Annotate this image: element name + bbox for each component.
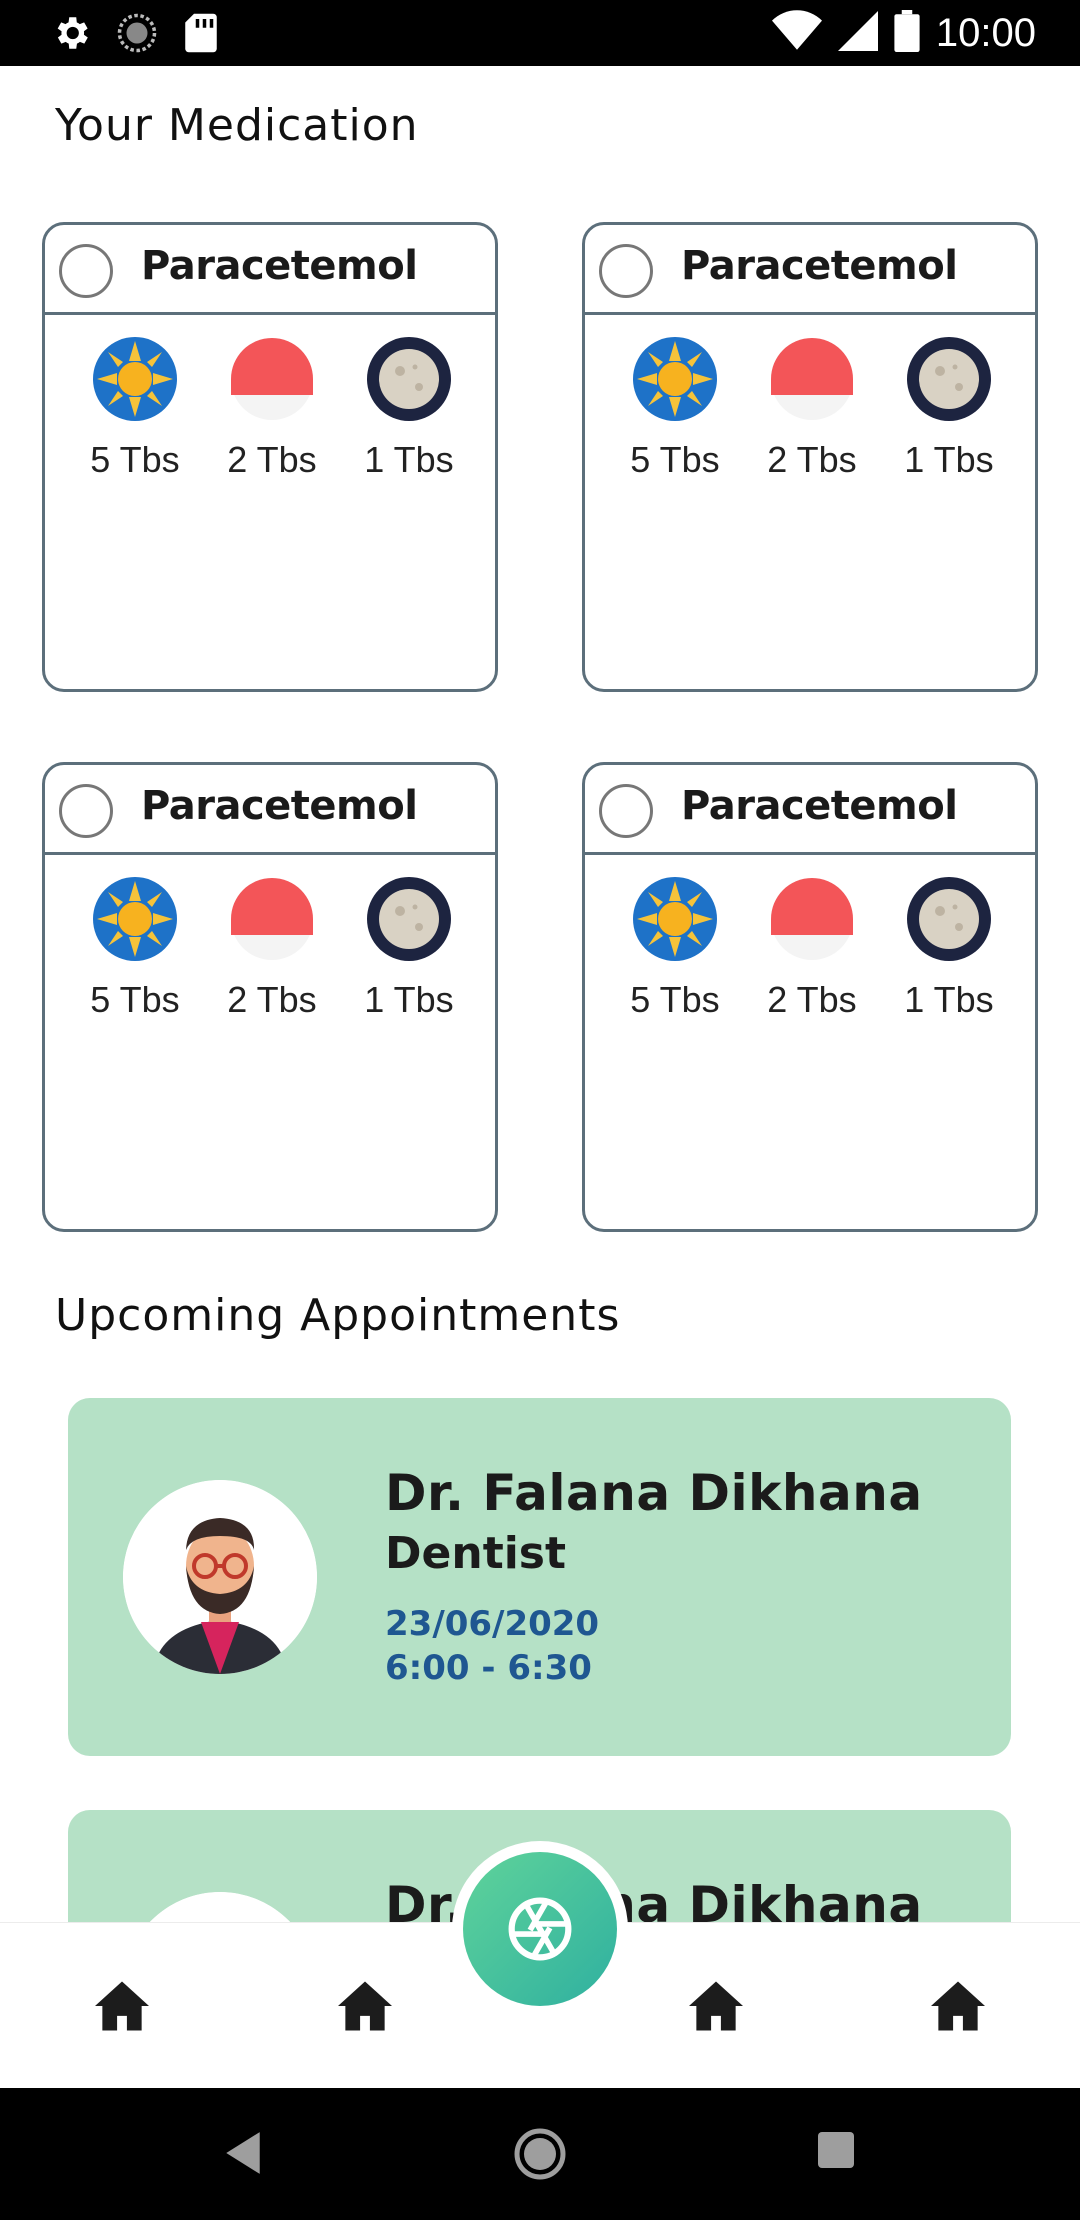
appointments-section-title: Upcoming Appointments <box>55 1290 621 1341</box>
camera-shutter-icon <box>508 1897 572 1961</box>
medication-card-header: Paracetemol <box>585 765 1035 855</box>
recents-icon[interactable] <box>818 2132 854 2173</box>
main-content[interactable]: Your Medication Paracetemol 5 Tbs 2 Tbs … <box>0 66 1080 1922</box>
medication-name: Paracetemol <box>141 243 418 289</box>
medication-card-header: Paracetemol <box>585 225 1035 315</box>
dose-label: 2 Tbs <box>227 979 317 1020</box>
dose-label: 2 Tbs <box>767 979 857 1020</box>
back-icon[interactable] <box>222 2130 264 2181</box>
sunset-icon <box>771 878 853 960</box>
medication-card[interactable]: Paracetemol 5 Tbs 2 Tbs 1 Tbs <box>582 222 1038 692</box>
sync-icon <box>116 12 158 59</box>
appointment-time: 6:00 - 6:30 <box>385 1648 592 1688</box>
dose-night: 1 Tbs <box>344 337 474 481</box>
cell-signal-icon <box>837 10 878 57</box>
medication-card[interactable]: Paracetemol 5 Tbs 2 Tbs 1 Tbs <box>582 762 1038 1232</box>
medication-card[interactable]: Paracetemol 5 Tbs 2 Tbs 1 Tbs <box>42 762 498 1232</box>
medication-radio[interactable] <box>59 244 113 298</box>
medication-radio[interactable] <box>599 784 653 838</box>
medication-card-header: Paracetemol <box>45 225 495 315</box>
sunset-icon <box>231 878 313 960</box>
dose-morning: 5 Tbs <box>70 337 200 481</box>
home-icon[interactable] <box>686 1979 746 2033</box>
dose-afternoon: 2 Tbs <box>747 337 877 481</box>
appointment-date: 23/06/2020 <box>385 1604 600 1644</box>
medication-radio[interactable] <box>599 244 653 298</box>
sun-icon <box>93 337 177 421</box>
dose-label: 5 Tbs <box>630 979 720 1020</box>
doctor-avatar <box>123 1892 317 1922</box>
doctor-name: Dr. Falana Dikhana <box>385 1464 923 1522</box>
moon-icon <box>907 877 991 961</box>
system-navigation-bar <box>0 2088 1080 2220</box>
sunset-icon <box>231 338 313 420</box>
dose-night: 1 Tbs <box>884 877 1014 1021</box>
medication-name: Paracetemol <box>681 243 958 289</box>
medication-radio[interactable] <box>59 784 113 838</box>
sun-icon <box>633 877 717 961</box>
dose-morning: 5 Tbs <box>610 877 740 1021</box>
dose-night: 1 Tbs <box>344 877 474 1021</box>
wifi-icon <box>771 10 822 57</box>
dose-label: 5 Tbs <box>90 439 180 480</box>
dose-afternoon: 2 Tbs <box>207 877 337 1021</box>
doctor-specialty: Dentist <box>385 1528 567 1579</box>
sun-icon <box>93 877 177 961</box>
status-bar: 10:00 <box>0 0 1080 66</box>
sun-icon <box>633 337 717 421</box>
dose-label: 5 Tbs <box>90 979 180 1020</box>
dose-label: 1 Tbs <box>364 439 454 480</box>
dose-morning: 5 Tbs <box>70 877 200 1021</box>
medication-name: Paracetemol <box>681 783 958 829</box>
camera-fab-button[interactable] <box>463 1852 617 2006</box>
dose-label: 1 Tbs <box>904 439 994 480</box>
dose-label: 1 Tbs <box>364 979 454 1020</box>
home-icon[interactable] <box>92 1979 152 2033</box>
moon-icon <box>367 337 451 421</box>
appointment-card[interactable]: Dr. Falana Dikhana Dentist 23/06/2020 6:… <box>68 1398 1011 1756</box>
dose-label: 1 Tbs <box>904 979 994 1020</box>
medication-card[interactable]: Paracetemol 5 Tbs 2 Tbs 1 Tbs <box>42 222 498 692</box>
doctor-avatar <box>123 1480 317 1674</box>
home-icon[interactable] <box>335 1979 395 2033</box>
sd-card-icon <box>182 12 220 59</box>
moon-icon <box>907 337 991 421</box>
sunset-icon <box>771 338 853 420</box>
clock: 10:00 <box>935 11 1036 55</box>
moon-icon <box>367 877 451 961</box>
settings-icon <box>50 12 92 59</box>
dose-afternoon: 2 Tbs <box>207 337 337 481</box>
dose-night: 1 Tbs <box>884 337 1014 481</box>
home-circle-icon[interactable] <box>514 2128 566 2185</box>
home-icon[interactable] <box>928 1979 988 2033</box>
medication-card-header: Paracetemol <box>45 765 495 855</box>
medication-name: Paracetemol <box>141 783 418 829</box>
dose-label: 5 Tbs <box>630 439 720 480</box>
fab-container <box>452 1841 628 2017</box>
dose-label: 2 Tbs <box>767 439 857 480</box>
medication-section-title: Your Medication <box>55 100 419 151</box>
battery-icon <box>894 10 920 57</box>
dose-morning: 5 Tbs <box>610 337 740 481</box>
dose-afternoon: 2 Tbs <box>747 877 877 1021</box>
dose-label: 2 Tbs <box>227 439 317 480</box>
